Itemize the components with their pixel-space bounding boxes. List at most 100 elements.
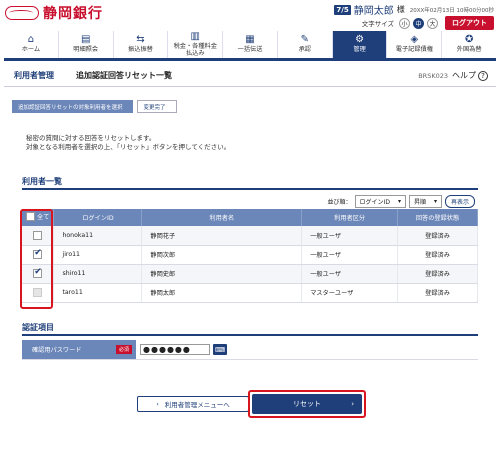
select-all-checkbox[interactable] (26, 212, 36, 221)
user-type-cell: マスターユーザ (301, 283, 399, 303)
chevron-down-icon: ▾ (433, 198, 437, 205)
step-current: 追加認証回答リセットの対象利用者を選択 (12, 100, 133, 113)
user-info: 7/5 静岡太郎 様 20XX年02月13日 10時00分00秒 (334, 2, 494, 17)
chevron-left-icon: ‹ (156, 400, 159, 408)
answer-status-cell: 登録済み (397, 264, 478, 284)
back-to-menu-button[interactable]: ‹ 利用者管理メニューへ (137, 396, 249, 412)
font-size-large-button[interactable]: 大 (427, 17, 438, 29)
nav-item-label: 外国為替 (456, 46, 482, 54)
font-size-medium-button[interactable]: 中 (413, 17, 424, 29)
bank-name: 静岡銀行 (43, 6, 103, 22)
user-name-cell: 静岡花子 (141, 226, 303, 246)
nav-item-list[interactable]: ▤ 明細照会 (58, 31, 114, 58)
nav-item-batch[interactable]: ▦ 一括伝送 (223, 31, 278, 58)
sort-field-value: ログインID (359, 199, 390, 206)
nav-item-label: 管理 (353, 46, 366, 54)
sort-controls: 並び順： ログインID ▾ 昇順 ▾ 再表示 (328, 195, 475, 208)
row-select-cell (22, 283, 55, 303)
row-select-checkbox[interactable] (33, 267, 43, 278)
answer-status-cell: 登録済み (397, 283, 478, 303)
help-label: ヘルプ (452, 71, 476, 80)
user-name-cell: 静岡次郎 (141, 245, 303, 265)
auth-section-title: 認証項目 (22, 323, 54, 332)
nav-item-label: 電子記録債権 (395, 46, 433, 54)
nav-item-admin[interactable]: ⚙ 管理 (332, 31, 388, 58)
table-header-row: 全て ログインID 利用者名 利用者区分 回答の登録状態 (22, 209, 478, 226)
sort-order-select[interactable]: 昇順 ▾ (408, 195, 442, 208)
users-section-title: 利用者一覧 (22, 177, 62, 186)
column-header-user-type: 利用者区分 (301, 209, 399, 226)
nav-item-label: 一括伝送 (237, 46, 263, 54)
nav-item-forex[interactable]: ✪ 外国為替 (442, 31, 497, 58)
font-size-label: 文字サイズ (361, 20, 394, 28)
page-category: 利用者管理 (14, 71, 54, 80)
font-size-controls: 文字サイズ 小 中 大 ログアウト (362, 16, 494, 30)
admin-icon: ⚙ (355, 34, 365, 46)
home-icon: ⌂ (27, 34, 35, 46)
user-type-cell: 一般ユーザ (301, 264, 399, 284)
row-select-cell (22, 245, 55, 265)
redisplay-button[interactable]: 再表示 (444, 195, 475, 208)
step-next: 変更完了 (136, 100, 177, 113)
required-badge: 必須 (115, 345, 132, 354)
user-type-cell: 一般ユーザ (301, 226, 399, 246)
logout-button[interactable]: ログアウト (445, 16, 494, 30)
chevron-down-icon: ▾ (397, 198, 401, 205)
screen-code: BRSK023 (418, 71, 448, 80)
password-label-cell: 確認用パスワード 必須 (22, 340, 136, 359)
password-label: 確認用パスワード (32, 347, 82, 354)
nav-item-transfer[interactable]: ⇆ 振込振替 (113, 31, 169, 58)
login-id-cell: jiro11 (53, 245, 143, 265)
instruction-line: 対象となる利用者を選択の上、「リセット」ボタンを押してください。 (26, 143, 231, 151)
row-select-checkbox[interactable] (33, 230, 43, 240)
column-header-answer-status: 回答の登録状態 (397, 209, 478, 226)
ecredit-icon: ◈ (410, 34, 419, 46)
table-row: shiro11静岡史郎一般ユーザ登録済み (22, 264, 478, 284)
row-select-checkbox (33, 288, 43, 297)
payment-icon: ▥ (190, 31, 200, 42)
nav-item-label: 明細照会 (73, 46, 99, 54)
row-select-cell (22, 264, 55, 284)
instruction-line: 秘密の質問に対する回答をリセットします。 (26, 134, 156, 142)
user-name-cell: 静岡太郎 (141, 283, 303, 303)
global-nav: ⌂ ホーム ▤ 明細照会 ⇆ 振込振替 ▥ 税金・各種料金 払込み ▦ 一括伝送 ✎ 承認 ⚙ 管理 ◈ 電子… (4, 31, 497, 61)
login-id-cell: honoka11 (53, 226, 143, 246)
bank-logo[interactable]: 静岡銀行 (5, 3, 103, 23)
select-all-header: 全て (22, 209, 55, 226)
reset-button[interactable]: リセット › (252, 394, 362, 414)
batch-icon: ▦ (245, 34, 255, 46)
row-select-checkbox[interactable] (33, 248, 43, 259)
user-badge-icon: 7/5 (334, 4, 351, 15)
forex-icon: ✪ (464, 34, 474, 46)
help-icon: ? (478, 70, 488, 81)
back-button-label: 利用者管理メニューへ (164, 401, 230, 409)
list-icon: ▤ (80, 34, 91, 46)
section-divider (22, 188, 478, 190)
login-datetime: 20XX年02月13日 10時00分00秒 (409, 7, 494, 14)
password-value-cell: ●●●●●● ⌨ (136, 340, 227, 359)
software-keyboard-icon[interactable]: ⌨ (213, 344, 227, 355)
page-title: 追加認証回答リセット一覧 (76, 71, 172, 80)
nav-item-label: ホーム (21, 46, 41, 54)
table-row: taro11 静岡太郎 マスターユーザ 登録済み (22, 283, 478, 303)
font-size-small-button[interactable]: 小 (399, 17, 410, 29)
page-title-bar: 利用者管理 追加認証回答リセット一覧 BRSK023 ヘルプ ? (4, 65, 496, 87)
password-row: 確認用パスワード 必須 ●●●●●● ⌨ (22, 340, 478, 360)
nav-item-home[interactable]: ⌂ ホーム (4, 31, 59, 58)
users-table: 全て ログインID 利用者名 利用者区分 回答の登録状態 honoka11 静岡花… (22, 209, 478, 303)
nav-item-payment[interactable]: ▥ 税金・各種料金 払込み (168, 31, 224, 58)
sort-order-value: 昇順 (413, 199, 426, 206)
user-name-cell: 静岡史郎 (141, 264, 303, 284)
sort-field-select[interactable]: ログインID ▾ (354, 195, 406, 208)
nav-item-ecredit[interactable]: ◈ 電子記録債権 (387, 31, 443, 58)
row-select-cell (22, 226, 55, 246)
help-link[interactable]: ヘルプ ? (452, 70, 488, 81)
reset-button-label: リセット (293, 400, 321, 408)
nav-item-approve[interactable]: ✎ 承認 (277, 31, 333, 58)
instructions: 秘密の質問に対する回答をリセットします。 対象となる利用者を選択の上、「リセット… (26, 134, 230, 152)
chevron-right-icon: › (351, 400, 354, 408)
nav-item-label: 承認 (298, 46, 311, 54)
confirm-password-input[interactable]: ●●●●●● (140, 344, 210, 355)
approve-icon: ✎ (300, 34, 309, 46)
user-type-cell: 一般ユーザ (301, 245, 399, 265)
